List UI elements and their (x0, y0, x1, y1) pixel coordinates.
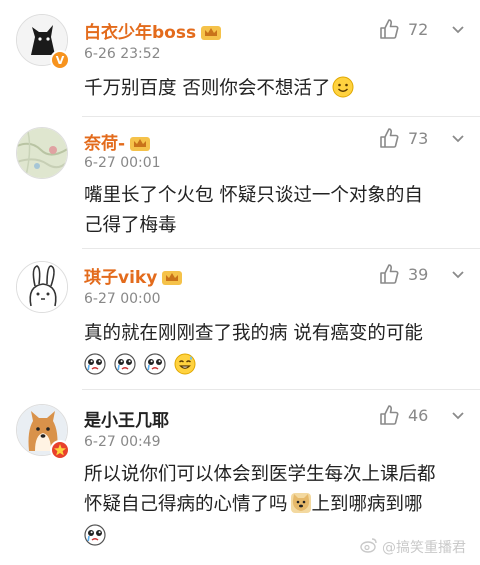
comment-time: 6-27 00:00 (84, 291, 161, 307)
doge-emoji (290, 492, 312, 514)
crying-emoji (114, 353, 136, 375)
username-text: 白衣少年boss (84, 23, 197, 43)
comment-line: 真的就在刚刚查了我的病 说有癌变的可能 (84, 323, 423, 344)
comment-line: 千万别百度 否则你会不想活了 (84, 78, 331, 99)
like-count: 73 (408, 128, 429, 148)
comment-time: 6-27 00:49 (84, 434, 161, 450)
comment-item: 琪子viky 6-27 00:00 39 真的就在刚刚查了我的病 说有癌变的可能 (0, 249, 480, 389)
thumbs-up-icon (380, 264, 399, 284)
like-count: 72 (408, 19, 429, 39)
avatar[interactable] (16, 127, 68, 179)
like-button[interactable]: 46 (378, 404, 428, 426)
comment-line: 己得了梅毒 (84, 215, 177, 236)
watermark-text: @搞笑重播君 (382, 540, 466, 556)
comment-line: 所以说你们可以体会到医学生每次上课后都 (84, 464, 436, 485)
username-text: 琪子viky (84, 268, 158, 288)
comment-line-row: 怀疑自己得病的心情了吗 上到哪病到哪 (84, 490, 464, 520)
comment-text: 真的就在刚刚查了我的病 说有癌变的可能 (84, 319, 464, 381)
comment-item: V 白衣少年boss 6-26 23:52 72 千万别百度 否则你会不想活了 (0, 0, 480, 120)
like-button[interactable]: 72 (378, 18, 428, 40)
comment-line: 上到哪病到哪 (311, 494, 423, 515)
username[interactable]: 奈荷- (84, 129, 151, 157)
username-text: 奈荷- (84, 134, 126, 154)
comment-time: 6-26 23:52 (84, 46, 161, 62)
comment-line: 嘴里长了个火包 怀疑只谈过一个对象的自 (84, 185, 423, 206)
like-count: 39 (408, 264, 429, 284)
like-count: 46 (408, 405, 429, 425)
crown-icon (200, 23, 222, 46)
smile-emoji (332, 76, 354, 98)
crying-emoji (144, 353, 166, 375)
more-options-icon[interactable] (448, 19, 468, 39)
more-options-icon[interactable] (448, 128, 468, 148)
more-options-icon[interactable] (448, 264, 468, 284)
username[interactable]: 琪子viky (84, 263, 183, 291)
username[interactable]: 是小王几耶 (84, 406, 169, 431)
comment-item: 奈荷- 6-27 00:01 73 嘴里长了个火包 怀疑只谈过一个对象的自 己得… (0, 117, 480, 247)
comment-text: 嘴里长了个火包 怀疑只谈过一个对象的自 己得了梅毒 (84, 181, 464, 241)
thumbs-up-icon (380, 128, 399, 148)
username-text: 是小王几耶 (84, 411, 169, 431)
sweat-smile-emoji (174, 353, 196, 375)
thumbs-up-icon (380, 405, 399, 425)
comment-text: 千万别百度 否则你会不想活了 (84, 74, 464, 104)
avatar[interactable] (16, 261, 68, 313)
watermark: @搞笑重播君 (360, 537, 466, 557)
like-button[interactable]: 73 (378, 127, 428, 149)
thumbs-up-icon (380, 19, 399, 39)
weibo-logo-icon (360, 537, 378, 557)
crown-icon (161, 268, 183, 291)
comment-time: 6-27 00:01 (84, 155, 161, 171)
more-options-icon[interactable] (448, 405, 468, 425)
svg-text:V: V (56, 54, 65, 67)
crown-icon (129, 134, 151, 157)
like-button[interactable]: 39 (378, 263, 428, 285)
crying-emoji (84, 524, 106, 546)
emoji-row (84, 351, 464, 381)
username[interactable]: 白衣少年boss (84, 18, 222, 46)
comment-line: 怀疑自己得病的心情了吗 (84, 494, 288, 515)
verified-badge (50, 440, 70, 460)
verified-badge: V (50, 50, 70, 70)
crying-emoji (84, 353, 106, 375)
